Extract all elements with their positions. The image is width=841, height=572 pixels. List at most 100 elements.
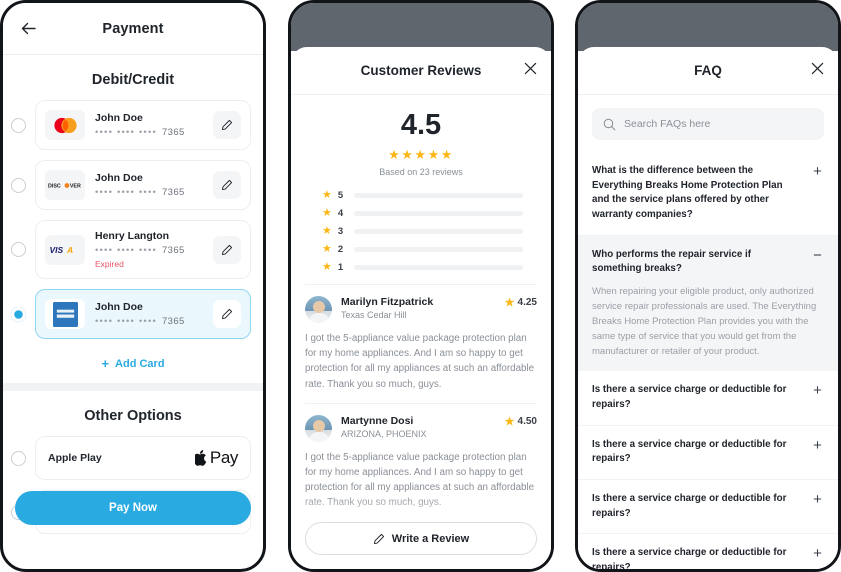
- faq-item[interactable]: Is there a service charge or deductible …: [578, 371, 838, 426]
- pencil-icon[interactable]: [213, 171, 241, 199]
- faq-question: Is there a service charge or deductible …: [592, 384, 787, 410]
- plus-icon[interactable]: +: [811, 546, 824, 561]
- rating-distribution: ★ 5 ★ 4 ★ 3 ★ 2 ★ 1: [291, 177, 551, 273]
- close-icon[interactable]: [519, 62, 537, 79]
- reviewer-info: Marilyn Fitzpatrick Texas Cedar Hill: [341, 296, 496, 320]
- faq-item[interactable]: What is the difference between the Every…: [578, 152, 838, 236]
- avatar: [305, 296, 332, 323]
- star-icon: ★: [322, 207, 332, 219]
- faq-item[interactable]: Is there a service charge or deductible …: [578, 425, 838, 480]
- plus-icon[interactable]: +: [811, 383, 824, 398]
- review-rating-value: 4.50: [517, 415, 537, 427]
- card-radio-visa[interactable]: [11, 242, 26, 258]
- card-radio-discover[interactable]: [11, 177, 26, 193]
- review-count: Based on 23 reviews: [379, 167, 463, 177]
- faq-header: FAQ: [578, 47, 838, 95]
- card-row[interactable]: DISC VER John Doe •••• •••• •••• 7365: [3, 160, 263, 210]
- reviewer-location: ARIZONA, PHOENIX: [341, 428, 427, 439]
- debit-credit-section-title: Debit/Credit: [91, 72, 175, 88]
- option-label: Apple Play: [48, 452, 102, 465]
- other-option-row[interactable]: Apple Play Pay: [3, 436, 263, 481]
- other-radio-apple-pay[interactable]: [11, 450, 26, 466]
- apple-pay-logo: Pay: [194, 448, 238, 468]
- dimmed-backdrop: [578, 3, 838, 51]
- star-icon: ★: [504, 297, 515, 309]
- rating-bar-track: [353, 265, 523, 270]
- add-card-label: Add Card: [115, 357, 165, 370]
- reviewer-name: Marilyn Fitzpatrick: [341, 296, 434, 308]
- faq-answer: When repairing your eligible product, on…: [592, 286, 817, 358]
- card-row[interactable]: VIS A Henry Langton •••• •••• •••• 7365 …: [3, 220, 263, 280]
- faq-question-row[interactable]: Is there a service charge or deductible …: [592, 438, 824, 467]
- faq-question-row[interactable]: Is there a service charge or deductible …: [592, 492, 824, 521]
- card-radio-mastercard[interactable]: [11, 117, 26, 133]
- cardholder-name: John Doe: [95, 171, 143, 184]
- faq-question-row[interactable]: What is the difference between the Every…: [592, 164, 824, 223]
- write-review-button[interactable]: Write a Review: [305, 522, 537, 555]
- faq-question-row[interactable]: Who performs the repair service if somet…: [592, 248, 824, 277]
- rating-bar-label: 5: [337, 190, 344, 201]
- faq-question: Is there a service charge or deductible …: [592, 492, 787, 519]
- close-icon[interactable]: [806, 62, 824, 79]
- apple-pay-wordmark: Pay: [209, 448, 238, 468]
- review-header: Martynne Dosi ARIZONA, PHOENIX ★ 4.50: [305, 414, 537, 442]
- search-input[interactable]: Search FAQs here: [592, 108, 824, 140]
- reviews-sheet: Customer Reviews 4.5 ★★★★★ Based on 23 r…: [291, 47, 551, 569]
- rating-bar-row: ★ 3: [322, 226, 523, 237]
- faq-item[interactable]: Is there a service charge or deductible …: [578, 534, 838, 569]
- status-badge: Expired: [95, 259, 124, 270]
- card-masked-digits: •••• •••• ••••: [95, 245, 157, 257]
- svg-text:DISC: DISC: [48, 183, 61, 189]
- card-number: •••• •••• •••• 7365: [95, 316, 203, 327]
- review-item: Martynne Dosi ARIZONA, PHOENIX ★ 4.50 I …: [291, 404, 551, 511]
- avatar: [305, 414, 332, 442]
- faq-item[interactable]: Is there a service charge or deductible …: [578, 479, 838, 535]
- plus-icon[interactable]: +: [811, 164, 824, 179]
- card-masked-digits: •••• •••• ••••: [95, 316, 157, 328]
- plus-icon[interactable]: +: [811, 492, 824, 507]
- card-box-visa[interactable]: VIS A Henry Langton •••• •••• •••• 7365 …: [35, 220, 251, 280]
- card-box-mastercard[interactable]: John Doe •••• •••• •••• 7365: [35, 100, 251, 150]
- faq-question: Is there a service charge or deductible …: [592, 438, 787, 465]
- card-masked-digits: •••• •••• ••••: [95, 127, 157, 139]
- pencil-icon[interactable]: [213, 235, 241, 264]
- cardholder-name: John Doe: [95, 111, 143, 124]
- reviews-scroll-area[interactable]: 4.5 ★★★★★ Based on 23 reviews ★ 5 ★ 4 ★ …: [291, 95, 551, 569]
- card-row[interactable]: John Doe •••• •••• •••• 7365: [3, 100, 263, 150]
- card-number: •••• •••• •••• 7365: [95, 245, 203, 256]
- average-rating: 4.5: [400, 109, 442, 141]
- card-row[interactable]: John Doe •••• •••• •••• 7365: [3, 289, 263, 340]
- faq-question-row[interactable]: Is there a service charge or deductible …: [592, 383, 824, 412]
- pencil-icon[interactable]: [213, 111, 241, 139]
- plus-icon[interactable]: +: [811, 438, 824, 453]
- dimmed-backdrop: [291, 3, 551, 51]
- add-card-button[interactable]: + Add Card: [3, 349, 263, 383]
- card-box-discover[interactable]: DISC VER John Doe •••• •••• •••• 7365: [35, 160, 251, 210]
- rating-bar-row: ★ 4: [322, 208, 523, 219]
- faq-item-expanded[interactable]: Who performs the repair service if somet…: [578, 235, 838, 372]
- apple-logo-icon: [194, 450, 207, 466]
- discover-logo-icon: DISC VER: [45, 170, 85, 200]
- svg-text:VER: VER: [70, 183, 81, 189]
- mastercard-logo-icon: [45, 110, 85, 140]
- rating-bar-label: 4: [337, 208, 344, 219]
- write-review-label: Write a Review: [391, 532, 470, 545]
- card-radio-amex[interactable]: [11, 306, 26, 322]
- faq-question-row[interactable]: Is there a service charge or deductible …: [592, 546, 824, 569]
- rating-bar-label: 2: [337, 244, 344, 255]
- minus-icon[interactable]: −: [811, 248, 824, 263]
- amex-logo-icon: [45, 299, 85, 330]
- star-rating-icon: ★★★★★: [388, 147, 454, 162]
- faq-question: Is there a service charge or deductible …: [592, 547, 787, 569]
- star-icon: ★: [322, 225, 332, 237]
- pencil-icon[interactable]: [213, 300, 241, 329]
- page-title: Customer Reviews: [360, 63, 482, 78]
- review-item: Marilyn Fitzpatrick Texas Cedar Hill ★ 4…: [291, 285, 551, 392]
- faq-list[interactable]: What is the difference between the Every…: [578, 152, 838, 569]
- option-box-apple-pay[interactable]: Apple Play Pay: [35, 436, 251, 481]
- card-last4: 7365: [162, 187, 185, 199]
- other-options-section-title: Other Options: [84, 408, 182, 425]
- pay-now-button[interactable]: Pay Now: [15, 491, 251, 525]
- card-number: •••• •••• •••• 7365: [95, 187, 203, 198]
- card-box-amex[interactable]: John Doe •••• •••• •••• 7365: [35, 289, 251, 340]
